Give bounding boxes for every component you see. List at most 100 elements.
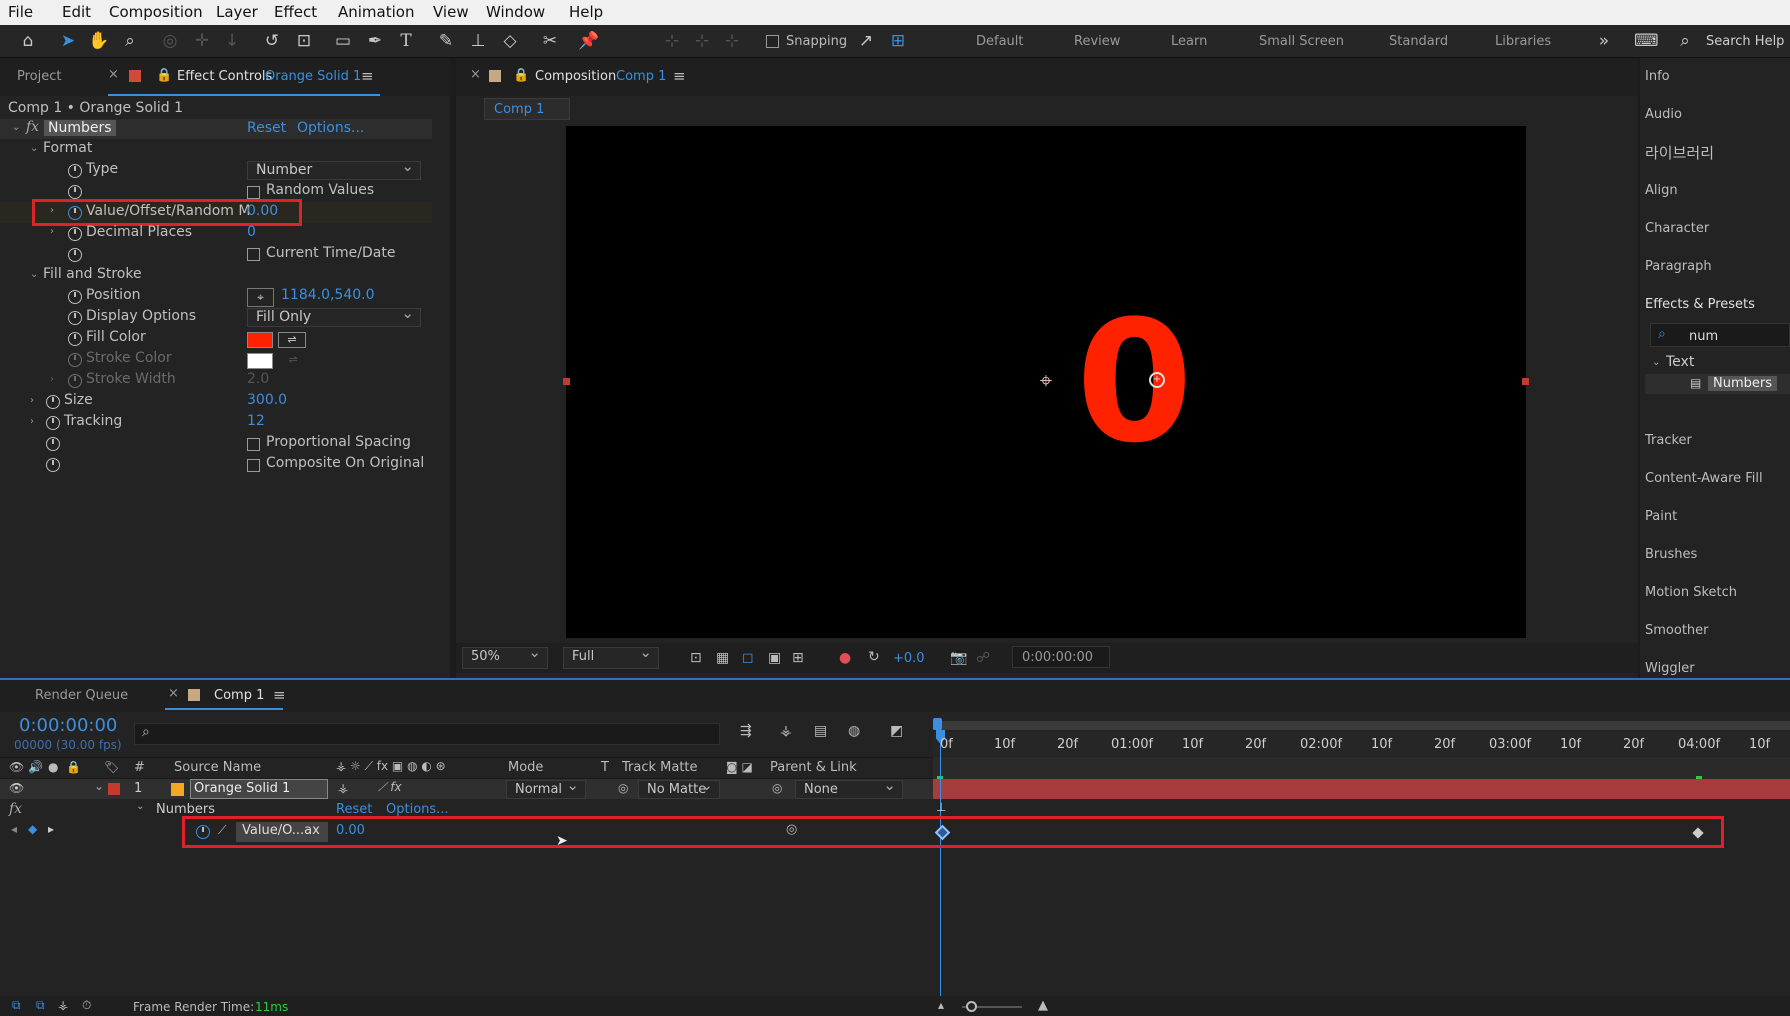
world-axis-icon[interactable]: ⊹ <box>692 31 712 51</box>
current-time-indicator[interactable] <box>940 722 941 1012</box>
layer-twirl-icon[interactable]: ⌄ <box>94 779 104 793</box>
clone-stamp-icon[interactable]: ⊥ <box>468 31 488 51</box>
category-twirl-icon[interactable]: ⌄ <box>1652 357 1660 368</box>
mask-visibility-icon[interactable]: ◻ <box>742 650 754 666</box>
type-tool-icon[interactable]: T <box>396 31 416 51</box>
frame-blending-icon[interactable]: ▤ <box>814 723 827 739</box>
effect-reset-link[interactable]: Reset <box>247 120 286 136</box>
zoom-in-icon[interactable]: ▲ <box>1038 998 1048 1013</box>
layer-switches-toggle-icon[interactable]: ⧉ <box>12 998 21 1013</box>
hand-tool-icon[interactable]: ✋ <box>88 31 109 51</box>
panel-info[interactable]: Info <box>1645 69 1670 84</box>
grid-guides-icon[interactable]: ⊞ <box>792 650 804 666</box>
fx-icon[interactable]: fx <box>26 119 39 135</box>
effect-name[interactable]: Numbers <box>44 120 116 136</box>
effect-twirl-icon[interactable]: ⌄ <box>12 122 20 133</box>
track-matte-dropdown[interactable]: No Matte <box>638 777 720 799</box>
menu-help[interactable]: Help <box>569 3 603 21</box>
tracking-value[interactable]: 12 <box>247 413 265 429</box>
stopwatch-icon[interactable] <box>46 395 60 409</box>
parent-dropdown[interactable]: None <box>795 777 903 799</box>
viewer-timecode[interactable]: 0:00:00:00 <box>1012 646 1110 668</box>
panel-menu-icon[interactable]: ≡ <box>673 67 686 85</box>
type-dropdown[interactable]: Number <box>247 158 421 180</box>
panel-menu-icon[interactable]: ≡ <box>361 67 374 85</box>
menu-effect[interactable]: Effect <box>274 3 317 21</box>
transparency-grid-icon[interactable]: ▦ <box>716 650 729 666</box>
panel-tracker[interactable]: Tracker <box>1645 433 1692 448</box>
panel-paint[interactable]: Paint <box>1645 509 1677 524</box>
tab-render-queue[interactable]: Render Queue <box>35 688 128 703</box>
numbers-digit[interactable]: 0 <box>1076 298 1193 466</box>
workspace-settings-icon[interactable]: ⌨ <box>1634 31 1659 51</box>
crosshair-icon[interactable]: ⌖ <box>247 288 274 307</box>
layer-label-color[interactable] <box>108 783 120 795</box>
rotate-tool-icon[interactable]: ↺ <box>262 31 282 51</box>
pan-camera-icon[interactable]: ✛ <box>192 31 212 51</box>
random-values-checkbox[interactable] <box>247 186 260 199</box>
prev-keyframe-icon[interactable]: ◂ <box>11 822 17 836</box>
tracking-twirl-icon[interactable]: › <box>30 416 34 427</box>
render-time-toggle-icon[interactable]: ⏱ <box>82 998 91 1013</box>
orbit-camera-icon[interactable]: ◎ <box>160 31 180 51</box>
menu-window[interactable]: Window <box>486 3 545 21</box>
menu-composition[interactable]: Composition <box>109 3 203 21</box>
col-source-name[interactable]: Source Name <box>174 760 261 775</box>
exposure-value[interactable]: +0.0 <box>893 651 925 666</box>
panel-wiggler[interactable]: Wiggler <box>1645 661 1695 676</box>
stopwatch-icon[interactable] <box>68 374 82 388</box>
effect-twirl-icon[interactable]: ⌄ <box>136 801 144 812</box>
composite-on-original-checkbox[interactable] <box>247 459 260 472</box>
menu-file[interactable]: File <box>8 3 33 21</box>
audio-switch-icon[interactable]: 🔊 <box>28 760 43 774</box>
lock-icon[interactable]: 🔒 <box>66 760 81 774</box>
panel-brushes[interactable]: Brushes <box>1645 547 1697 562</box>
workspace-default[interactable]: Default <box>976 34 1024 49</box>
position-value[interactable]: 1184.0,540.0 <box>281 287 375 303</box>
region-of-interest-icon[interactable]: ▣ <box>768 650 781 666</box>
stopwatch-icon[interactable] <box>68 185 82 199</box>
eyedropper-icon[interactable]: ⇌ <box>278 332 306 348</box>
graph-editor-icon[interactable]: ◩ <box>890 723 903 739</box>
display-options-dropdown[interactable]: Fill Only <box>247 305 421 327</box>
video-switch-icon[interactable]: 👁 <box>9 760 24 774</box>
effect-options-link[interactable]: Options... <box>297 120 364 136</box>
label-icon[interactable]: 🏷 <box>104 760 119 774</box>
fx-switch-icon[interactable]: ⟋ fx <box>378 780 402 795</box>
stopwatch-icon[interactable] <box>46 458 60 472</box>
roto-brush-icon[interactable]: ✂ <box>540 31 560 51</box>
layer-handle-right[interactable] <box>1522 378 1529 385</box>
workspace-review[interactable]: Review <box>1074 34 1120 49</box>
snap-icon[interactable]: ↗ <box>856 31 876 51</box>
effect-result-numbers[interactable]: Numbers <box>1708 376 1777 391</box>
stopwatch-icon[interactable] <box>68 290 82 304</box>
lock-icon[interactable]: 🔒 <box>513 68 529 83</box>
panel-menu-icon[interactable]: ≡ <box>273 686 286 704</box>
tab-effect-controls[interactable]: Effect Controls <box>177 69 272 84</box>
motion-blur-icon[interactable]: ◍ <box>848 723 860 739</box>
zoom-out-icon[interactable]: ▴ <box>938 998 944 1012</box>
panel-align[interactable]: Align <box>1645 183 1678 198</box>
channels-icon[interactable]: ● <box>839 650 851 666</box>
reset-exposure-icon[interactable]: ↻ <box>868 649 880 665</box>
stopwatch-icon[interactable] <box>46 416 60 430</box>
stopwatch-icon[interactable] <box>46 437 60 451</box>
anchor-point-icon[interactable]: ⌖ <box>1035 371 1057 393</box>
stopwatch-icon[interactable] <box>68 248 82 262</box>
effect-row-options[interactable]: Options... <box>386 802 449 817</box>
composition-mini-flowchart-icon[interactable]: ⇶ <box>740 723 752 739</box>
fast-preview-icon[interactable]: ⊡ <box>690 650 702 666</box>
panel-effects-presets[interactable]: Effects & Presets <box>1645 297 1755 312</box>
zoom-dropdown[interactable]: 50% <box>462 644 548 669</box>
show-snapshot-icon[interactable]: ☍ <box>976 650 990 666</box>
zoom-tool-icon[interactable]: ⌕ <box>120 31 140 51</box>
panel-character[interactable]: Character <box>1645 221 1709 236</box>
tab-timeline-comp[interactable]: Comp 1 <box>214 688 264 703</box>
fill-color-swatch[interactable] <box>247 332 273 348</box>
more-workspaces-icon[interactable]: » <box>1594 31 1614 51</box>
stopwatch-icon[interactable] <box>68 311 82 325</box>
current-time-display[interactable]: 0:00:00:00 <box>19 715 117 736</box>
view-axis-icon[interactable]: ⊹ <box>722 31 742 51</box>
proportional-spacing-checkbox[interactable] <box>247 438 260 451</box>
lock-icon[interactable]: 🔒 <box>156 68 172 83</box>
